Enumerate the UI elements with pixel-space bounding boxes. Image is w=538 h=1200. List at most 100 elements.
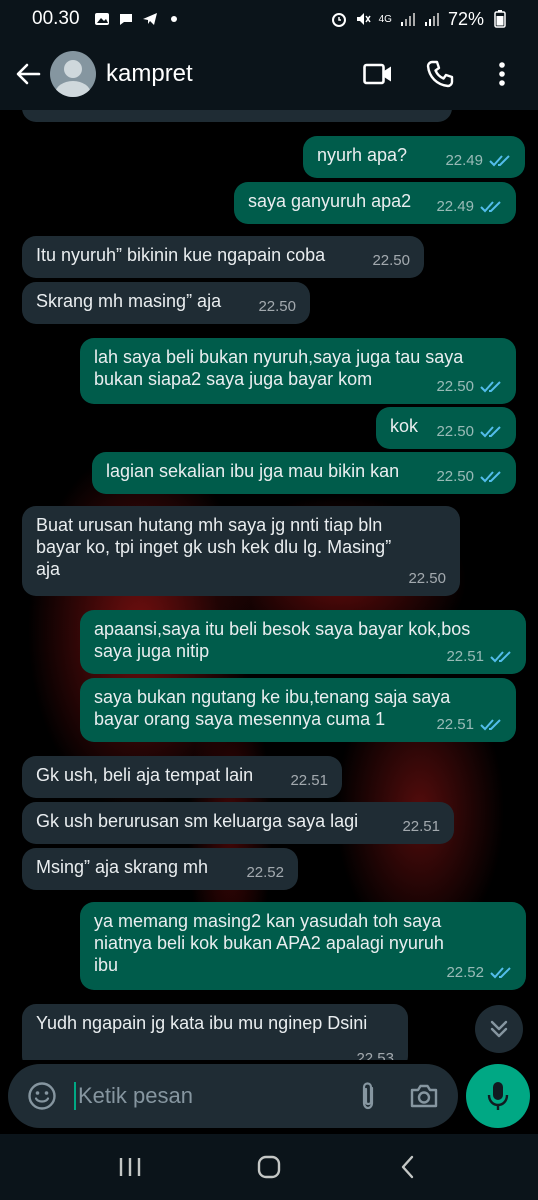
voice-call-button[interactable] xyxy=(420,54,460,94)
read-receipt-icon xyxy=(480,426,501,438)
message-time: 22.50 xyxy=(436,378,474,395)
message-time: 22.51 xyxy=(436,716,474,733)
chat-header: kampret xyxy=(0,38,538,110)
paperclip-icon xyxy=(362,1082,374,1110)
message-bubble[interactable]: Gk ush berurusan sm keluarga saya lagi 2… xyxy=(22,802,454,844)
read-receipt-icon xyxy=(480,201,501,213)
message-bubble[interactable]: apaansi,saya itu beli besok saya bayar k… xyxy=(80,610,526,674)
message-bubble[interactable]: saya bukan ngutang ke ibu,tenang saja sa… xyxy=(80,678,516,742)
message-time: 22.52 xyxy=(246,864,284,881)
video-camera-icon xyxy=(363,63,391,85)
message-time: 22.53 xyxy=(356,1050,394,1060)
read-receipt-icon xyxy=(490,651,511,663)
message-bubble[interactable]: Skrang mh masing” aja 22.50 xyxy=(22,282,310,324)
message-input-placeholder: Ketik pesan xyxy=(78,1083,193,1108)
message-bubble[interactable]: saya ganyuruh apa2 22.49 xyxy=(234,182,516,224)
battery-level: 72% xyxy=(447,8,484,29)
message-text: Gk ush berurusan sm keluarga saya lagi xyxy=(36,811,359,831)
dot-icon xyxy=(166,11,182,27)
video-call-button[interactable] xyxy=(358,54,398,94)
message-bubble[interactable]: Msing” aja skrang mh 22.52 xyxy=(22,848,298,890)
telegram-icon xyxy=(142,11,158,27)
message-time: 22.50 xyxy=(436,423,474,440)
message-time: 22.50 xyxy=(408,570,446,587)
read-receipt-icon xyxy=(480,719,501,731)
voice-message-button[interactable] xyxy=(466,1064,530,1128)
battery-icon xyxy=(492,10,508,28)
contact-name[interactable]: kampret xyxy=(106,60,193,88)
message-input[interactable]: Ketik pesan xyxy=(74,1082,193,1110)
read-receipt-icon xyxy=(480,471,501,483)
message-list[interactable]: nyurh apa? 22.49 saya ganyuruh apa2 22.4… xyxy=(0,110,538,1060)
arrow-left-icon xyxy=(16,63,41,85)
message-text: Skrang mh masing” aja xyxy=(36,291,222,311)
message-text: saya bukan ngutang ke ibu,tenang saja sa… xyxy=(94,687,451,729)
composer-pill: Ketik pesan xyxy=(8,1064,458,1128)
message-bubble[interactable]: nyurh apa? 22.49 xyxy=(303,136,525,178)
message-icon xyxy=(118,11,134,27)
message-time: 22.49 xyxy=(436,198,474,215)
message-time: 22.51 xyxy=(290,772,328,789)
back-nav-button[interactable] xyxy=(383,1142,433,1192)
message-time: 22.49 xyxy=(445,152,483,169)
composer: Ketik pesan xyxy=(0,1060,538,1134)
message-bubble[interactable]: Buat urusan hutang mh saya jg nnti tiap … xyxy=(22,506,460,596)
message-text: ya memang masing2 kan yasudah toh saya n… xyxy=(94,911,444,975)
chevron-left-icon xyxy=(402,1155,414,1179)
emoji-button[interactable] xyxy=(22,1076,62,1116)
message-text: saya ganyuruh apa2 xyxy=(248,191,412,211)
read-receipt-icon xyxy=(490,967,511,979)
scroll-to-bottom-button[interactable] xyxy=(475,1005,523,1053)
message-text: Msing” aja skrang mh xyxy=(36,857,209,877)
double-chevron-down-icon xyxy=(490,1020,508,1038)
gallery-icon xyxy=(94,11,110,27)
recent-apps-button[interactable] xyxy=(105,1142,155,1192)
message-time: 22.50 xyxy=(372,252,410,269)
message-bubble[interactable]: Itu nyuruh” bikinin kue ngapain coba 22.… xyxy=(22,236,424,278)
microphone-icon xyxy=(487,1082,509,1110)
message-bubble[interactable]: lah saya beli bukan nyuruh,saya juga tau… xyxy=(80,338,516,404)
more-vertical-icon xyxy=(499,62,505,86)
message-partial xyxy=(22,110,452,122)
message-text: apaansi,saya itu beli besok saya bayar k… xyxy=(94,619,471,661)
back-button[interactable] xyxy=(6,52,50,96)
message-time: 22.50 xyxy=(258,298,296,315)
message-bubble[interactable]: lagian sekalian ibu jga mau bikin kan 22… xyxy=(92,452,516,494)
message-text: Buat urusan hutang mh saya jg nnti tiap … xyxy=(36,515,392,579)
message-bubble[interactable]: ya memang masing2 kan yasudah toh saya n… xyxy=(80,902,526,990)
phone-icon xyxy=(426,60,454,88)
camera-icon xyxy=(410,1084,438,1108)
message-text: lah saya beli bukan nyuruh,saya juga tau… xyxy=(94,347,464,389)
message-time: 22.50 xyxy=(436,468,474,485)
more-options-button[interactable] xyxy=(482,54,522,94)
message-bubble[interactable]: Gk ush, beli aja tempat lain 22.51 xyxy=(22,756,342,798)
message-text: nyurh apa? xyxy=(317,145,408,165)
message-text: Itu nyuruh” bikinin kue ngapain coba xyxy=(36,245,326,265)
message-text: Yudh ngapain jg kata ibu mu nginep Dsini xyxy=(36,1013,368,1033)
read-receipt-icon xyxy=(489,155,510,167)
message-time: 22.51 xyxy=(402,818,440,835)
signal-icon xyxy=(400,11,416,27)
status-bar: 00.30 4G 72% xyxy=(0,0,538,38)
message-bubble[interactable]: kok 22.50 xyxy=(376,407,516,449)
read-receipt-icon xyxy=(480,381,501,393)
message-time: 22.52 xyxy=(446,964,484,981)
message-time: 22.51 xyxy=(446,648,484,665)
message-text: Gk ush, beli aja tempat lain xyxy=(36,765,254,785)
attach-button[interactable] xyxy=(348,1076,388,1116)
mute-icon xyxy=(355,11,371,27)
emoji-icon xyxy=(28,1082,56,1110)
message-text: lagian sekalian ibu jga mau bikin kan xyxy=(106,461,400,481)
avatar[interactable] xyxy=(50,51,96,97)
recent-apps-icon xyxy=(119,1158,140,1176)
system-navigation-bar xyxy=(0,1134,538,1200)
camera-button[interactable] xyxy=(404,1076,444,1116)
alarm-icon xyxy=(331,11,347,27)
network-type: 4G xyxy=(378,13,392,25)
message-text: kok xyxy=(390,416,419,436)
status-time: 00.30 xyxy=(32,8,80,29)
home-icon xyxy=(257,1155,281,1179)
signal-2-icon xyxy=(424,11,440,27)
home-button[interactable] xyxy=(244,1142,294,1192)
message-bubble[interactable]: Yudh ngapain jg kata ibu mu nginep Dsini… xyxy=(22,1004,408,1060)
